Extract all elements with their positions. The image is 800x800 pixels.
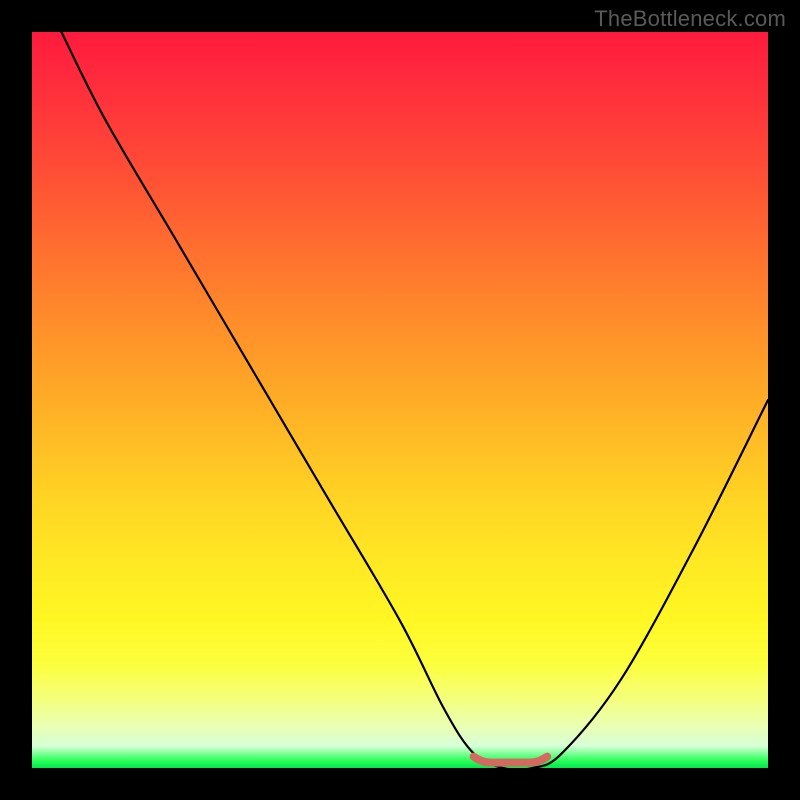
watermark-text: TheBottleneck.com: [594, 6, 786, 32]
plateau-marker: [474, 757, 548, 763]
bottleneck-curve: [61, 32, 768, 768]
curve-svg: [32, 32, 768, 768]
chart-frame: TheBottleneck.com: [0, 0, 800, 800]
plot-area: [32, 32, 768, 768]
